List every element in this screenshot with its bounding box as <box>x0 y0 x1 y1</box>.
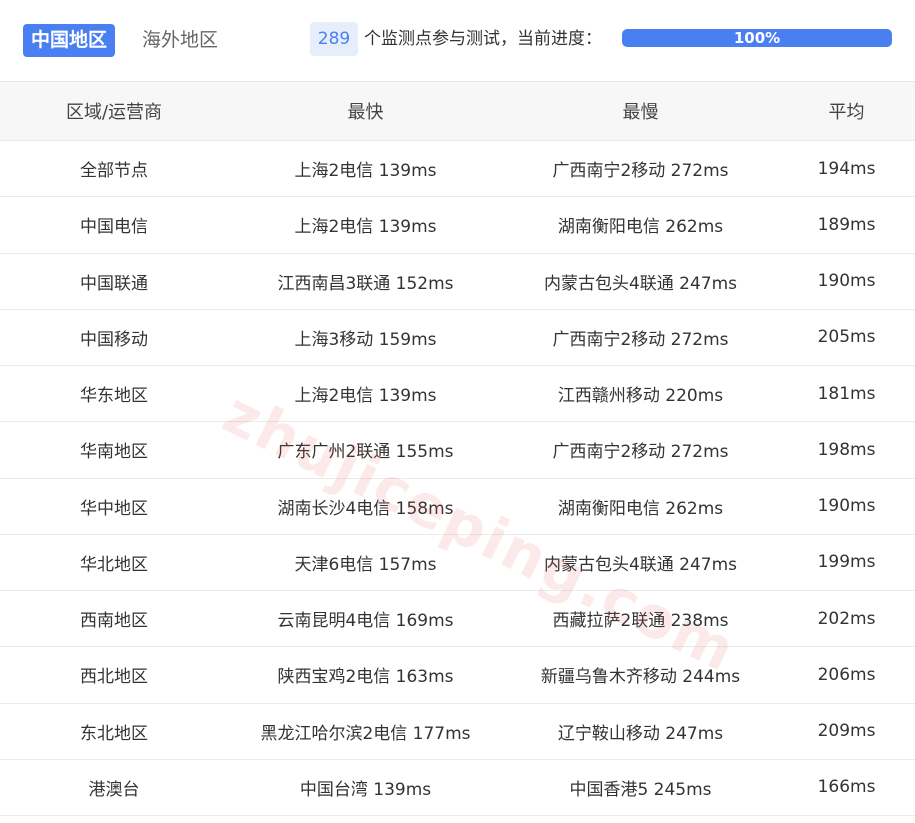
progress-text: 个监测点参与测试，当前进度： <box>364 29 602 49</box>
slowest-cell: 中国香港5 245ms <box>569 779 712 800</box>
table-row: 中国移动 上海3移动 159ms 广西南宁2移动 272ms 205ms <box>0 310 915 366</box>
table-row: 中国联通 江西南昌3联通 152ms 内蒙古包头4联通 247ms 190ms <box>0 254 915 310</box>
fastest-cell: 上海2电信 139ms <box>294 386 437 407</box>
table-row: 东北地区 黑龙江哈尔滨2电信 177ms 辽宁鞍山移动 247ms 209ms <box>0 704 915 760</box>
region-cell: 港澳台 <box>88 779 140 800</box>
tab-china[interactable]: 中国地区 <box>23 24 116 57</box>
region-cell: 华南地区 <box>80 442 148 463</box>
table-row: 中国电信 上海2电信 139ms 湖南衡阳电信 262ms 189ms <box>0 197 915 254</box>
average-cell: 166ms <box>817 777 876 798</box>
results-table: 区域/运营商 最快 最慢 平均 全部节点 上海2电信 139ms 广西南宁2移动 2… <box>0 82 915 816</box>
slowest-cell: 辽宁鞍山移动 247ms <box>557 723 724 744</box>
slowest-cell: 新疆乌鲁木齐移动 244ms <box>540 667 741 688</box>
table-row: 华东地区 上海2电信 139ms 江西赣州移动 220ms 181ms <box>0 366 915 423</box>
slowest-cell: 江西赣州移动 220ms <box>557 386 724 407</box>
slowest-cell: 湖南衡阳电信 262ms <box>557 498 724 519</box>
table-body: 全部节点 上海2电信 139ms 广西南宁2移动 272ms 194ms 中国电信 上海2… <box>0 141 915 816</box>
fastest-cell: 上海3移动 159ms <box>294 329 437 350</box>
table-row: 西北地区 陕西宝鸡2电信 163ms 新疆乌鲁木齐移动 244ms 206ms <box>0 647 915 704</box>
slowest-cell: 广西南宁2移动 272ms <box>552 442 729 463</box>
average-cell: 206ms <box>817 664 876 685</box>
average-cell: 189ms <box>817 214 876 235</box>
fastest-cell: 中国台湾 139ms <box>299 779 432 800</box>
fastest-cell: 上海2电信 139ms <box>294 161 437 182</box>
monitor-count-badge: 289 <box>310 22 358 56</box>
fastest-cell: 云南昆明4电信 169ms <box>277 611 454 632</box>
table-header-row: 区域/运营商 最快 最慢 平均 <box>0 82 915 141</box>
average-cell: 194ms <box>817 158 876 179</box>
table-row: 华南地区 广东广州2联通 155ms 广西南宁2移动 272ms 198ms <box>0 422 915 479</box>
header-slowest: 最慢 <box>622 102 659 123</box>
average-cell: 190ms <box>817 496 876 517</box>
header-fastest: 最快 <box>347 102 384 123</box>
header-region: 区域/运营商 <box>65 102 163 123</box>
average-cell: 205ms <box>817 327 876 348</box>
slowest-cell: 内蒙古包头4联通 247ms <box>543 273 738 294</box>
progress-label: 100% <box>733 29 781 47</box>
region-cell: 华东地区 <box>80 386 148 407</box>
table-row: 西南地区 云南昆明4电信 169ms 西藏拉萨2联通 238ms 202ms <box>0 591 915 648</box>
average-cell: 198ms <box>817 439 876 460</box>
table-row: 华北地区 天津6电信 157ms 内蒙古包头4联通 247ms 199ms <box>0 535 915 591</box>
slowest-cell: 广西南宁2移动 272ms <box>552 161 729 182</box>
region-cell: 全部节点 <box>80 161 148 182</box>
region-cell: 西南地区 <box>80 611 148 632</box>
progress-bar: 100% <box>622 29 892 47</box>
region-cell: 东北地区 <box>80 723 148 744</box>
average-cell: 202ms <box>817 608 876 629</box>
slowest-cell: 西藏拉萨2联通 238ms <box>552 611 729 632</box>
fastest-cell: 陕西宝鸡2电信 163ms <box>277 667 454 688</box>
region-cell: 中国电信 <box>80 217 148 238</box>
fastest-cell: 天津6电信 157ms <box>294 554 437 575</box>
region-cell: 中国联通 <box>80 273 148 294</box>
region-cell: 中国移动 <box>80 329 148 350</box>
top-bar: 中国地区 海外地区 289 个监测点参与测试，当前进度： 100% <box>0 0 915 82</box>
region-cell: 华北地区 <box>80 554 148 575</box>
fastest-cell: 上海2电信 139ms <box>294 217 437 238</box>
fastest-cell: 江西南昌3联通 152ms <box>277 273 454 294</box>
table-row: 港澳台 中国台湾 139ms 中国香港5 245ms 166ms <box>0 760 915 816</box>
table-row: 华中地区 湖南长沙4电信 158ms 湖南衡阳电信 262ms 190ms <box>0 479 915 535</box>
average-cell: 209ms <box>817 721 876 742</box>
fastest-cell: 黑龙江哈尔滨2电信 177ms <box>260 723 471 744</box>
average-cell: 181ms <box>817 383 876 404</box>
fastest-cell: 湖南长沙4电信 158ms <box>277 498 454 519</box>
table-row: 全部节点 上海2电信 139ms 广西南宁2移动 272ms 194ms <box>0 141 915 198</box>
average-cell: 190ms <box>817 271 876 292</box>
fastest-cell: 广东广州2联通 155ms <box>277 442 454 463</box>
slowest-cell: 广西南宁2移动 272ms <box>552 329 729 350</box>
region-cell: 华中地区 <box>80 498 148 519</box>
tab-overseas[interactable]: 海外地区 <box>134 24 226 57</box>
slowest-cell: 内蒙古包头4联通 247ms <box>543 554 738 575</box>
region-cell: 西北地区 <box>80 667 148 688</box>
header-average: 平均 <box>828 102 865 123</box>
slowest-cell: 湖南衡阳电信 262ms <box>557 217 724 238</box>
average-cell: 199ms <box>817 552 876 573</box>
